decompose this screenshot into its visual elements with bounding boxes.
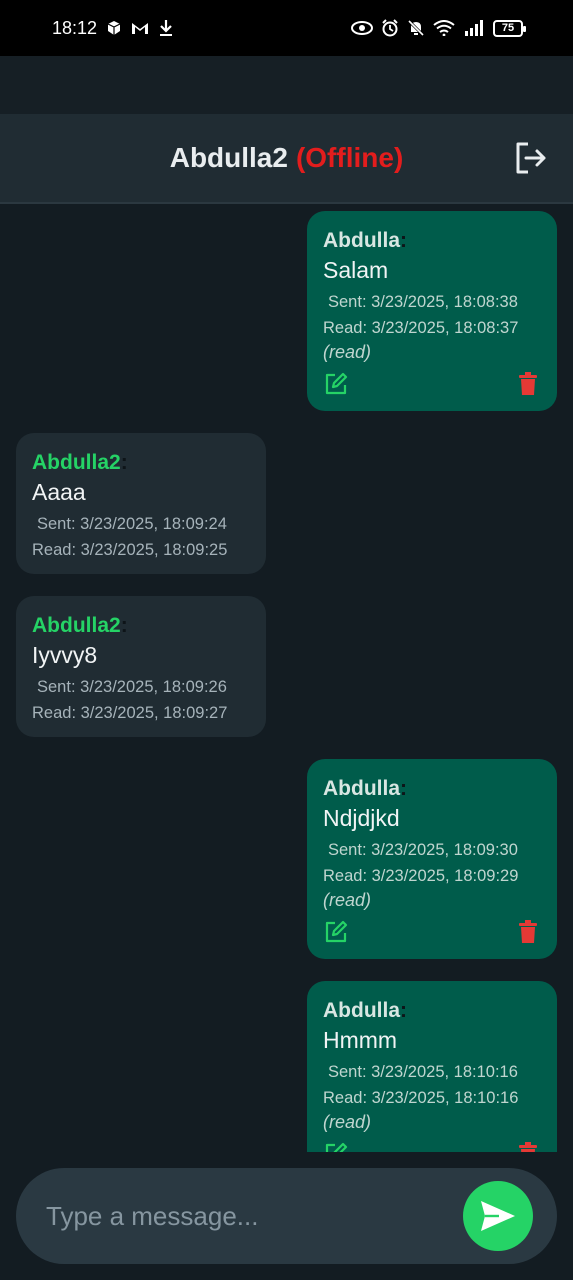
message-bubble-outgoing: Abdulla: Ndjdjkd Sent: 3/23/2025, 18:09:… <box>307 759 557 959</box>
delete-button[interactable] <box>515 371 541 397</box>
message-header: Abdulla2: <box>32 614 250 638</box>
message-sent-time: Sent: 3/23/2025, 18:09:30 <box>328 841 518 859</box>
package-icon <box>105 19 123 37</box>
message-text: Ndjdjkd <box>323 805 400 831</box>
message-text: Salam <box>323 257 389 283</box>
eye-icon <box>351 19 373 37</box>
edit-icon <box>325 920 348 943</box>
sender-colon: : <box>400 999 407 1022</box>
message-header: Abdulla: <box>323 777 541 801</box>
presence-status: (Offline) <box>295 142 404 173</box>
message-bubble-outgoing: Abdulla: Salam Sent: 3/23/2025, 18:08:38… <box>307 211 557 411</box>
status-bar-left: 18:12 <box>52 18 175 39</box>
trash-icon <box>519 372 537 395</box>
alarm-icon <box>381 19 399 37</box>
message-header: Abdulla: <box>323 999 541 1023</box>
message-sender: Abdulla <box>323 777 400 800</box>
gmail-icon <box>131 19 149 37</box>
read-flag: (read) <box>323 342 372 362</box>
edit-button[interactable] <box>323 371 349 397</box>
trash-icon <box>519 1142 537 1152</box>
signal-icon <box>463 19 485 37</box>
delete-button[interactable] <box>515 1141 541 1152</box>
status-bar: 18:12 75 <box>0 0 573 56</box>
message-bubble-incoming: Abdulla2: Aaaa Sent: 3/23/2025, 18:09:24… <box>16 433 266 574</box>
message-sent-time: Sent: 3/23/2025, 18:10:16 <box>328 1063 518 1081</box>
read-flag: (read) <box>323 890 372 910</box>
message-read-time: Read: 3/23/2025, 18:08:37 <box>323 319 519 337</box>
message-text: Aaaa <box>32 479 86 505</box>
logout-button[interactable] <box>513 140 549 176</box>
message-bubble-outgoing: Abdulla: Hmmm Sent: 3/23/2025, 18:10:16 … <box>307 981 557 1152</box>
message-bubble-incoming: Abdulla2: Iyvvy8 Sent: 3/23/2025, 18:09:… <box>16 596 266 737</box>
send-button[interactable] <box>463 1181 533 1251</box>
sender-colon: : <box>400 777 407 800</box>
message-text: Iyvvy8 <box>32 642 98 668</box>
message-sent-time: Sent: 3/23/2025, 18:09:24 <box>37 515 227 533</box>
message-actions <box>323 919 541 945</box>
message-sender: Abdulla2 <box>32 614 121 637</box>
message-read-time: Read: 3/23/2025, 18:09:29 <box>323 867 519 885</box>
message-actions <box>323 371 541 397</box>
sender-colon: : <box>120 614 128 637</box>
message-sender: Abdulla <box>323 999 400 1022</box>
clock: 18:12 <box>52 17 98 38</box>
message-sent-time: Sent: 3/23/2025, 18:08:38 <box>328 293 518 311</box>
edit-button[interactable] <box>323 919 349 945</box>
bell-muted-icon <box>407 19 425 37</box>
download-icon <box>157 19 175 37</box>
status-bar-right: 75 <box>351 19 526 37</box>
message-sender: Abdulla <box>323 229 400 252</box>
edit-icon <box>325 1142 348 1152</box>
message-input[interactable] <box>46 1200 533 1232</box>
edit-icon <box>325 372 348 395</box>
app-top-spacer <box>0 56 573 114</box>
composer-bar <box>16 1168 557 1264</box>
message-actions <box>323 1141 541 1152</box>
message-text: Hmmm <box>323 1027 398 1053</box>
read-flag: (read) <box>323 1112 372 1132</box>
message-sender: Abdulla2 <box>32 451 121 474</box>
message-list[interactable]: Abdulla: Salam Sent: 3/23/2025, 18:08:38… <box>0 204 573 1152</box>
chat-header: Abdulla2 (Offline) <box>0 114 573 204</box>
message-sent-time: Sent: 3/23/2025, 18:09:26 <box>37 678 227 696</box>
delete-button[interactable] <box>515 919 541 945</box>
message-read-time: Read: 3/23/2025, 18:09:25 <box>32 541 228 559</box>
message-read-time: Read: 3/23/2025, 18:10:16 <box>323 1089 519 1107</box>
battery-indicator: 75 <box>493 19 526 37</box>
wifi-icon <box>433 19 455 37</box>
logout-icon <box>516 142 546 174</box>
message-header: Abdulla2: <box>32 451 250 475</box>
send-icon <box>481 1201 515 1231</box>
contact-name: Abdulla2 <box>169 142 288 173</box>
message-read-time: Read: 3/23/2025, 18:09:27 <box>32 704 228 722</box>
message-header: Abdulla: <box>323 229 541 253</box>
edit-button[interactable] <box>323 1141 349 1152</box>
trash-icon <box>519 920 537 943</box>
sender-colon: : <box>120 451 128 474</box>
sender-colon: : <box>400 229 407 252</box>
